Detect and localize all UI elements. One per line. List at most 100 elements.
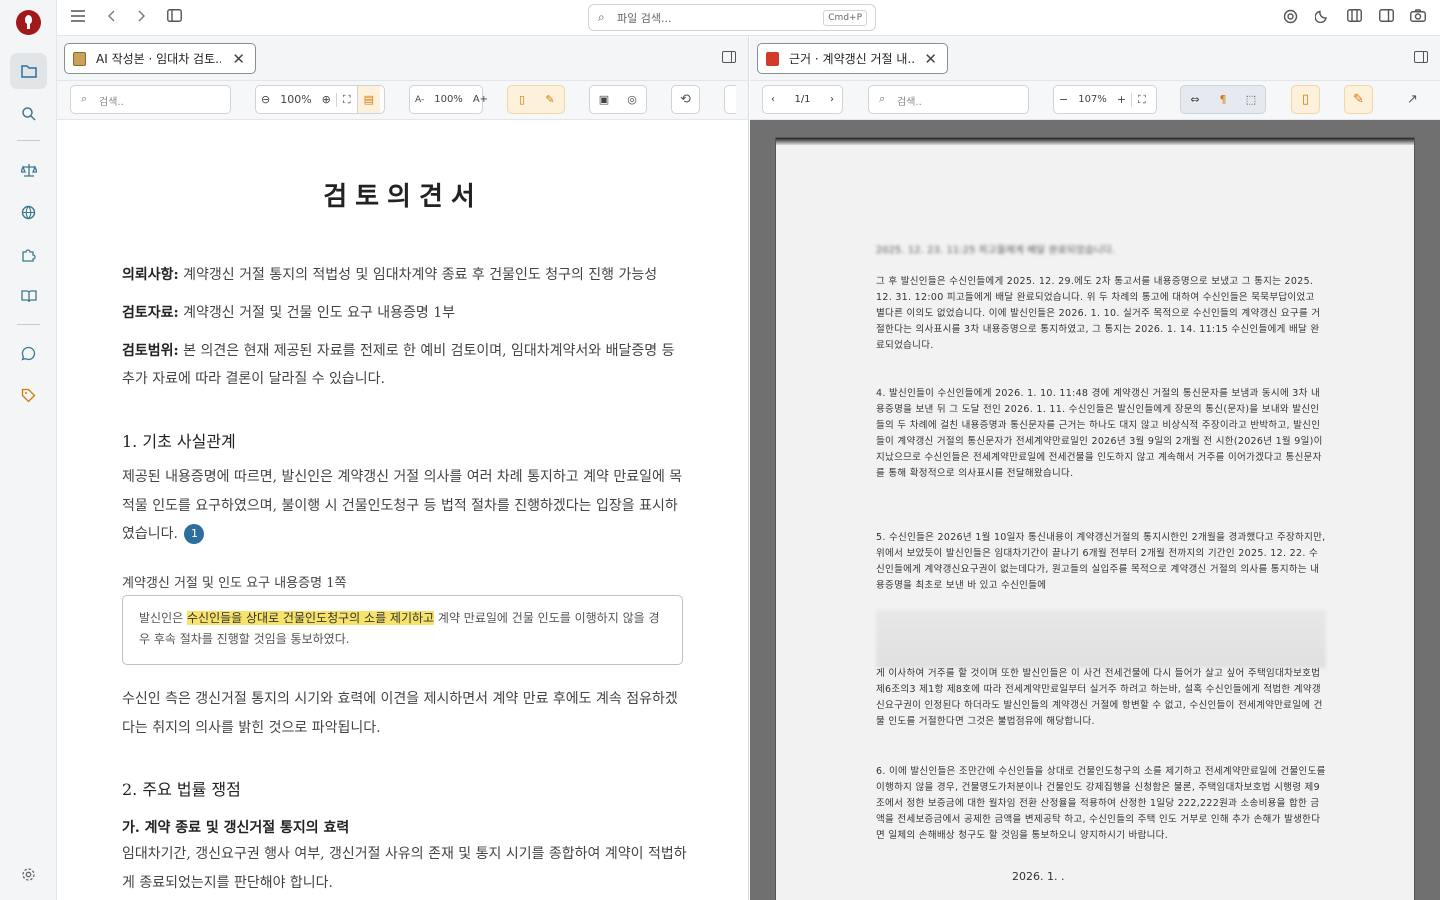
open-external-icon[interactable]: ↗ bbox=[1398, 85, 1427, 114]
material-label: 검토자료: bbox=[122, 305, 179, 321]
tag-icon bbox=[21, 388, 36, 402]
citation-badge[interactable]: 1 bbox=[184, 524, 205, 544]
bookmark-icon[interactable]: ▯ bbox=[508, 93, 536, 106]
zoom-out-icon[interactable]: − bbox=[1054, 93, 1073, 106]
law-nav-button[interactable] bbox=[10, 152, 47, 188]
tab-title: AI 작성본 · 임대차 검토... bbox=[96, 52, 221, 66]
scan-paragraph-5: 5. 수신인들은 2026년 1월 10일자 통신내용이 계약갱신거절의 통지시… bbox=[876, 532, 1326, 591]
split-view-icon[interactable] bbox=[1345, 9, 1363, 27]
scan-blurred-region bbox=[876, 610, 1326, 668]
next-page-icon[interactable]: › bbox=[830, 94, 834, 105]
font-decrease-button[interactable]: A- bbox=[410, 95, 429, 105]
history-icon[interactable]: ⟲ bbox=[671, 85, 700, 114]
annotation-group: ▯ ✎ bbox=[507, 85, 565, 114]
section1-paragraph-2: 수신인 측은 갱신거절 통지의 시기와 효력에 이견을 제시하면서 계약 만료 … bbox=[122, 691, 678, 736]
bookmark-icon[interactable]: ▯ bbox=[1291, 85, 1320, 114]
scan-paragraph-3: 그 후 발신인들은 수신인들에게 2025. 12. 29.에도 2차 통고서를… bbox=[876, 276, 1321, 351]
scale-icon bbox=[20, 164, 37, 177]
pdf-zoom-control: − 107% + ⛶ bbox=[1053, 85, 1157, 114]
tags-nav-button[interactable] bbox=[10, 377, 47, 413]
scope-label: 검토범위: bbox=[122, 343, 179, 359]
left-pane: AI 작성본 · 임대차 검토... ✕ ⌕ 검색.. ⊖ 100% ⊕ ⛶ ▤… bbox=[57, 36, 749, 900]
search-icon: ⌕ bbox=[81, 92, 88, 105]
dark-mode-icon[interactable] bbox=[1313, 9, 1331, 27]
panel-toggle-icon[interactable] bbox=[1414, 51, 1428, 63]
chat-icon bbox=[21, 346, 36, 361]
pdf-viewer[interactable]: 2025. 12. 23. 11:25 피고들에게 배달 완료되었습니다. 그 … bbox=[750, 120, 1440, 900]
tab-evidence-pdf[interactable]: 근거 · 계약갱신 거절 내... ✕ bbox=[757, 43, 948, 74]
file-search-placeholder: 파일 검색... bbox=[617, 12, 672, 25]
export-doc-icon[interactable]: ▣ bbox=[590, 93, 618, 106]
quote-text-before: 발신인은 bbox=[139, 611, 187, 625]
right-panel-icon[interactable] bbox=[1377, 9, 1395, 27]
scan-paragraph-5b: 게 이사하여 거주를 할 것이며 또한 발신인들은 이 사건 전세건물에 다시 … bbox=[876, 668, 1323, 727]
highlighter-icon[interactable]: ✎ bbox=[1344, 85, 1373, 114]
tab-ai-draft[interactable]: AI 작성본 · 임대차 검토... ✕ bbox=[64, 43, 256, 74]
forward-arrow-icon[interactable] bbox=[133, 9, 151, 27]
scan-date-line: 2026. 1. . bbox=[1012, 870, 1065, 883]
back-arrow-icon[interactable] bbox=[102, 9, 120, 27]
pdf-page: 2025. 12. 23. 11:25 피고들에게 배달 완료되었습니다. 그 … bbox=[776, 138, 1414, 900]
quote-box[interactable]: 발신인은 수신인들을 상대로 건물인도청구의 소를 제기하고 계약 만료일에 건… bbox=[122, 595, 683, 665]
section-heading: 2. 주요 법률 쟁점 bbox=[122, 780, 241, 799]
zoom-control: ⊖ 100% ⊕ ⛶ ▤ bbox=[255, 85, 385, 114]
sidebar-toggle-icon[interactable] bbox=[165, 9, 183, 27]
doc-mode-icon[interactable]: ▤ bbox=[356, 86, 380, 113]
font-size-control: A- 100% A+ bbox=[409, 85, 488, 114]
capture-icon[interactable]: ◎ bbox=[618, 93, 646, 106]
pdf-select-group: ⇔ ¶ ⬚ bbox=[1180, 85, 1266, 114]
pdf-icon bbox=[766, 51, 779, 66]
font-size-level: 100% bbox=[434, 94, 463, 105]
file-search-input[interactable]: ⌕ 파일 검색... Cmd+P bbox=[588, 4, 876, 31]
settings-nav-button[interactable] bbox=[10, 856, 47, 892]
export-group: ▣ ◎ bbox=[589, 85, 647, 114]
material-text: 계약갱신 거절 및 건물 인도 요구 내용증명 1부 bbox=[183, 305, 456, 321]
right-pane: 근거 · 계약갱신 거절 내... ✕ ‹ 1/1 › ⌕ 검색.. − 107… bbox=[750, 36, 1440, 900]
shortcut-badge: Cmd+P bbox=[823, 10, 867, 26]
gear-icon bbox=[22, 867, 35, 881]
right-tab-bar: 근거 · 계약갱신 거절 내... ✕ bbox=[750, 36, 1440, 81]
request-text: 계약갱신 거절 통지의 적법성 및 임대차계약 종료 후 건물인도 청구의 진행… bbox=[183, 267, 658, 283]
close-icon[interactable]: ✕ bbox=[924, 50, 937, 68]
plugins-nav-button[interactable] bbox=[10, 236, 47, 272]
library-nav-button[interactable] bbox=[10, 278, 47, 314]
menu-icon[interactable] bbox=[69, 9, 87, 27]
app-window: ⌕ 파일 검색... Cmd+P AI 작성본 · 임대차 검토... ✕ ⌕ … bbox=[0, 0, 1440, 900]
search-icon bbox=[22, 106, 36, 121]
zoom-out-icon[interactable]: ⊖ bbox=[256, 93, 275, 106]
close-icon[interactable]: ✕ bbox=[232, 50, 245, 68]
more-tools-button[interactable] bbox=[724, 85, 736, 114]
area-select-icon[interactable]: ⬚ bbox=[1237, 93, 1265, 106]
zoom-in-icon[interactable]: + bbox=[1112, 93, 1131, 106]
doc-search-input[interactable]: ⌕ 검색.. bbox=[70, 85, 231, 114]
help-icon[interactable] bbox=[1281, 9, 1299, 27]
files-nav-button[interactable] bbox=[10, 53, 47, 89]
pdf-search-input[interactable]: ⌕ 검색.. bbox=[868, 85, 1029, 114]
text-select-icon[interactable]: ⇔ bbox=[1181, 93, 1209, 106]
quote-source-label: 계약갱신 거절 및 인도 요구 내용증명 1쪽 bbox=[122, 576, 347, 591]
globe-nav-button[interactable] bbox=[10, 194, 47, 230]
search-nav-button[interactable] bbox=[10, 95, 47, 131]
tab-title: 근거 · 계약갱신 거절 내... bbox=[789, 52, 914, 66]
highlighter-icon[interactable]: ✎ bbox=[536, 93, 564, 106]
panel-toggle-icon[interactable] bbox=[722, 51, 736, 63]
zoom-level: 100% bbox=[280, 93, 312, 106]
folder-icon bbox=[20, 65, 37, 78]
doc-search-placeholder: 검색.. bbox=[99, 97, 124, 108]
fit-page-icon[interactable]: ⛶ bbox=[1131, 92, 1152, 107]
scope-text: 본 의견은 현재 제공된 자료를 전제로 한 예비 검토이며, 임대차계약서와 … bbox=[122, 343, 675, 387]
scan-paragraph-6: 6. 이에 발신인들은 조만간에 수신인들을 상대로 건물인도청구의 소를 제기… bbox=[876, 766, 1326, 841]
scan-paragraph-4: 4. 발신인들이 수신인들에게 2026. 1. 10. 11:48 경에 계약… bbox=[876, 388, 1323, 479]
prev-page-icon[interactable]: ‹ bbox=[771, 94, 775, 105]
top-bar: ⌕ 파일 검색... Cmd+P bbox=[57, 0, 1440, 36]
fit-page-icon[interactable]: ⛶ bbox=[335, 92, 357, 107]
review-document: 검토의견서 의뢰사항: 계약갱신 거절 통지의 적법성 및 임대차계약 종료 후… bbox=[57, 120, 748, 900]
puzzle-icon bbox=[22, 248, 36, 262]
search-icon: ⌕ bbox=[598, 10, 605, 24]
zoom-in-icon[interactable]: ⊕ bbox=[317, 93, 336, 106]
font-increase-button[interactable]: A+ bbox=[468, 94, 493, 105]
paragraph-icon[interactable]: ¶ bbox=[1209, 93, 1237, 106]
chat-nav-button[interactable] bbox=[10, 335, 47, 371]
camera-icon[interactable] bbox=[1409, 9, 1427, 27]
left-rail bbox=[0, 0, 57, 900]
